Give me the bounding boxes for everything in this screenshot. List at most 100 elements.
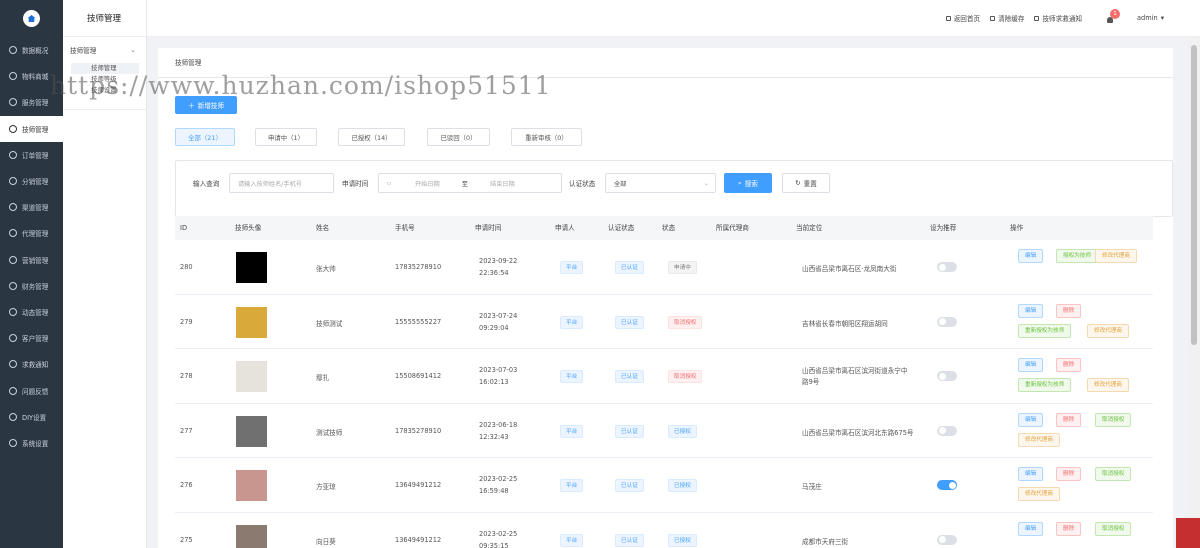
- sidebar-item-label: 技师管理: [22, 125, 49, 134]
- action-button-green[interactable]: 授权为技师: [1056, 249, 1098, 263]
- sidebar-item-4[interactable]: 订单管理: [0, 142, 63, 168]
- search-input[interactable]: 请输入技师姓名/手机号: [229, 173, 334, 193]
- sidebar-item-12[interactable]: 求救通知: [0, 351, 63, 377]
- cell-phone: 17835278910: [395, 263, 442, 271]
- cell-name: 方亚琼: [316, 483, 336, 492]
- tab-authorized[interactable]: 已授权（14）: [338, 128, 405, 146]
- sos-notice-link[interactable]: 技师求救通知: [1034, 13, 1082, 23]
- recommend-toggle[interactable]: [937, 534, 957, 545]
- action-button-edit[interactable]: 编辑: [1018, 358, 1044, 373]
- status-tag: 申请中: [668, 261, 697, 274]
- technician-avatar[interactable]: [236, 306, 267, 338]
- cell-apply-date: 2023-07-03: [479, 366, 518, 375]
- sub-nav-item-technician-settings[interactable]: 技师设置: [71, 85, 146, 96]
- sub-sidebar: 技师管理 技师管理 ⌄ 技师管理 技师等级 技师设置: [63, 0, 147, 548]
- home-logo-icon: [23, 10, 40, 27]
- recommend-toggle[interactable]: [937, 425, 957, 436]
- app-logo[interactable]: [0, 0, 63, 37]
- action-button-orange[interactable]: 修改代理商: [1087, 378, 1129, 393]
- action-button-green[interactable]: 取消授权: [1095, 521, 1132, 536]
- sos-notice-label: 技师求救通知: [1042, 15, 1083, 23]
- action-button-edit[interactable]: 编辑: [1018, 467, 1044, 482]
- status-tag: 已授权: [668, 424, 697, 438]
- applicant-tag: 平台: [560, 424, 584, 438]
- sidebar-item-7[interactable]: 代理管理: [0, 220, 63, 246]
- action-button-green[interactable]: 取消授权: [1095, 412, 1132, 427]
- action-button-green[interactable]: 取消授权: [1095, 467, 1132, 482]
- action-button-orange[interactable]: 修改代理商: [1018, 487, 1060, 502]
- action-button-del[interactable]: 删除: [1056, 467, 1082, 482]
- col-id: ID: [180, 224, 188, 232]
- cell-id: 279: [180, 317, 193, 326]
- sub-nav-item-technician-level[interactable]: 技师等级: [71, 74, 146, 85]
- action-button-edit[interactable]: 编辑: [1018, 412, 1044, 427]
- technician-avatar[interactable]: [236, 252, 267, 283]
- col-agent: 所属代理商: [716, 224, 749, 232]
- sidebar-item-9[interactable]: 财务管理: [0, 273, 63, 299]
- add-technician-button[interactable]: ＋新增技师: [175, 96, 237, 114]
- sub-nav-group[interactable]: 技师管理 ⌄: [63, 37, 146, 55]
- user-menu[interactable]: admin ▾: [1137, 14, 1164, 22]
- technician-avatar[interactable]: [236, 361, 267, 393]
- technician-avatar[interactable]: [236, 415, 267, 447]
- sidebar-item-3[interactable]: 技师管理: [0, 115, 63, 142]
- table-row: 276 方亚琼 13649491212 2023-02-25 16:59:48 平台 已认证…: [175, 458, 1153, 513]
- sidebar-item-10[interactable]: 动态管理: [0, 299, 63, 325]
- breadcrumb: 技师管理: [158, 48, 1173, 78]
- technician-avatar[interactable]: [236, 524, 267, 548]
- recommend-toggle[interactable]: [937, 371, 957, 382]
- recommend-toggle[interactable]: [937, 262, 957, 272]
- tab-rejected[interactable]: 已驳回（0）: [427, 128, 490, 146]
- floating-tool-icon[interactable]: [1176, 518, 1200, 548]
- sidebar-item-13[interactable]: 问题反馈: [0, 377, 63, 403]
- cell-id: 278: [180, 372, 193, 381]
- action-button-green[interactable]: 重新授权为技师: [1018, 323, 1072, 338]
- scrollbar-thumb[interactable]: [1191, 45, 1197, 345]
- reset-button[interactable]: ↻ 重置: [782, 173, 830, 193]
- action-button-orange[interactable]: 修改代理商: [1095, 249, 1137, 263]
- sidebar-item-label: 系统设置: [22, 439, 49, 448]
- search-button[interactable]: ⌕ 搜索: [724, 173, 772, 193]
- action-button-edit[interactable]: 编辑: [1018, 249, 1044, 263]
- filter-panel: 输入查询 请输入技师姓名/手机号 申请时间 ▫ 开始日期 至 结束日期 认证状态…: [175, 160, 1173, 217]
- home-icon: [945, 15, 951, 21]
- sidebar-item-15[interactable]: 系统设置: [0, 430, 63, 456]
- page-scrollbar[interactable]: [1188, 37, 1200, 548]
- recommend-toggle[interactable]: [937, 480, 957, 491]
- sidebar-item-14[interactable]: DIY设置: [0, 404, 63, 430]
- date-range-picker[interactable]: ▫ 开始日期 至 结束日期: [378, 173, 562, 193]
- end-date-placeholder: 结束日期: [489, 180, 515, 188]
- sidebar-item-0[interactable]: 数据概况: [0, 37, 63, 63]
- tab-applying[interactable]: 申请中（1）: [255, 128, 317, 146]
- sub-nav-item-technician-list[interactable]: 技师管理: [71, 63, 139, 74]
- back-home-link[interactable]: 返回首页: [945, 13, 980, 23]
- action-button-del[interactable]: 删除: [1056, 303, 1082, 318]
- sidebar-item-6[interactable]: 渠道管理: [0, 194, 63, 220]
- notification-bell[interactable]: 1: [1106, 8, 1121, 23]
- sidebar-item-1[interactable]: 物料商城: [0, 63, 63, 89]
- action-button-orange[interactable]: 修改代理商: [1087, 323, 1129, 338]
- action-button-edit[interactable]: 编辑: [1018, 303, 1044, 318]
- table-row: 275 向日葵 13649491212 2023-02-25 09:35:15 平台 已认证…: [175, 513, 1153, 548]
- action-button-del[interactable]: 删除: [1056, 521, 1082, 536]
- sidebar-item-8[interactable]: 营销管理: [0, 247, 63, 273]
- action-button-edit[interactable]: 编辑: [1018, 521, 1044, 536]
- sidebar-item-5[interactable]: 分销管理: [0, 168, 63, 194]
- cell-location: 山西省吕梁市离石区·龙凤南大街: [802, 265, 897, 273]
- tab-all[interactable]: 全部（21）: [175, 128, 235, 146]
- auth-status-select[interactable]: 全部 ⌄: [605, 173, 716, 193]
- technician-avatar[interactable]: [236, 470, 267, 502]
- action-button-del[interactable]: 删除: [1056, 412, 1082, 427]
- action-button-orange[interactable]: 修改代理商: [1018, 432, 1060, 447]
- cell-apply-time: 16:59:48: [479, 487, 509, 496]
- action-button-green[interactable]: 重新授权为技师: [1018, 378, 1072, 393]
- sidebar-item-11[interactable]: 客户管理: [0, 325, 63, 351]
- marketing-icon: [9, 255, 17, 264]
- tab-re-review[interactable]: 重新审核（0）: [511, 128, 582, 146]
- service-icon: [9, 98, 17, 107]
- recommend-toggle[interactable]: [937, 316, 957, 327]
- sidebar-item-2[interactable]: 服务管理: [0, 89, 63, 115]
- clear-cache-link[interactable]: 清除缓存: [990, 13, 1024, 23]
- sub-nav-items: 技师管理 技师等级 技师设置: [63, 63, 146, 96]
- action-button-del[interactable]: 删除: [1056, 358, 1082, 373]
